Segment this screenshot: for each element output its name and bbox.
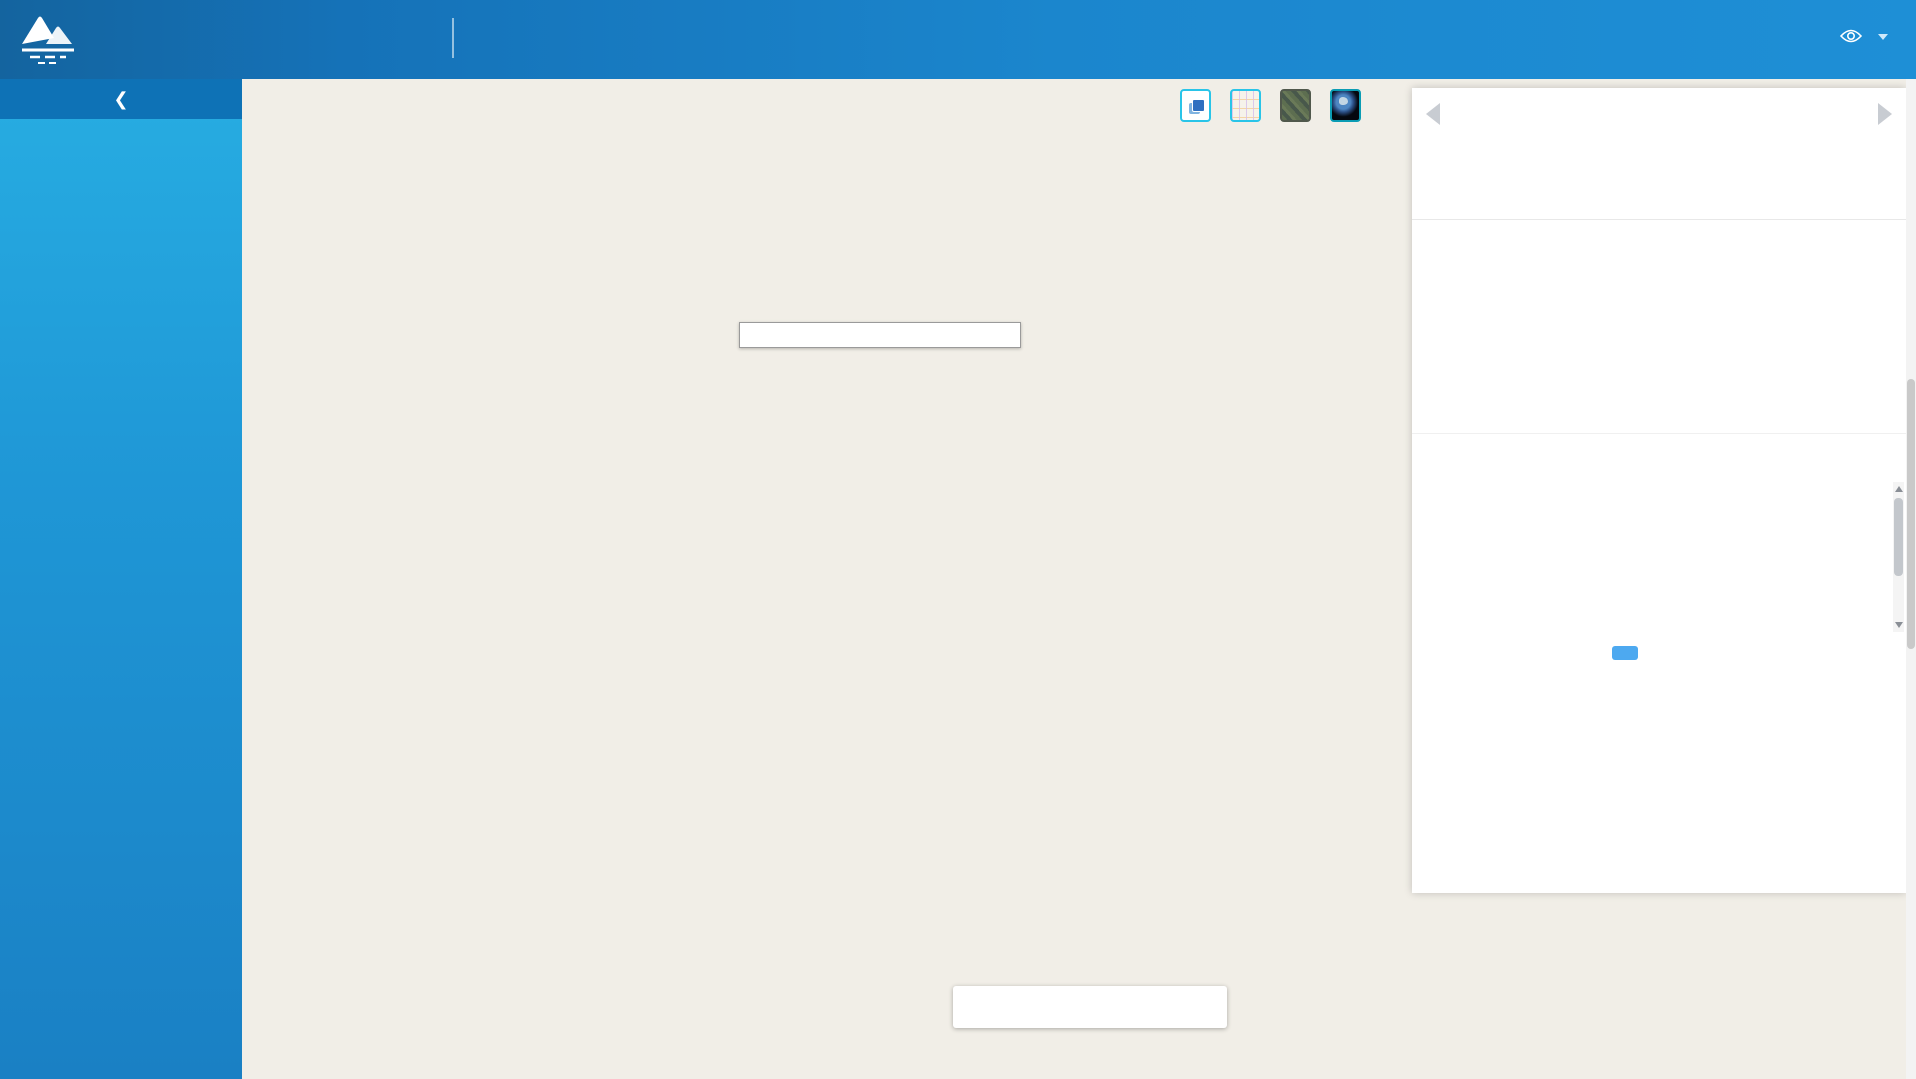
app-header xyxy=(0,0,1916,79)
layer-switcher xyxy=(1180,89,1380,122)
scale-statistics-table xyxy=(1412,443,1906,635)
cursor-coordinates xyxy=(250,1025,290,1040)
user-area[interactable] xyxy=(1840,28,1888,44)
measure-area-tooltip xyxy=(739,322,1021,348)
left-sidebar: ❮ xyxy=(0,79,242,1079)
table-scrollbar[interactable] xyxy=(1893,482,1904,632)
street-map-layer-button[interactable] xyxy=(1230,89,1261,122)
user-menu-chevron-icon xyxy=(1878,34,1888,40)
eye-icon xyxy=(1840,28,1862,44)
next-year-button[interactable] xyxy=(1878,103,1892,125)
scroll-up-icon[interactable] xyxy=(1895,486,1903,492)
header-divider xyxy=(452,18,454,58)
bar-chart xyxy=(1412,670,1906,893)
sub-tabs xyxy=(1412,400,1906,434)
page-scrollbar[interactable] xyxy=(1906,79,1916,1079)
app-root: ❮ xyxy=(0,0,1916,1079)
statistic-tabs xyxy=(1412,184,1906,220)
map-toolbar xyxy=(953,986,1227,1028)
globe-layer-button[interactable] xyxy=(1330,89,1361,122)
sidebar-collapse-button[interactable]: ❮ xyxy=(0,79,242,119)
page-scrollbar-thumb[interactable] xyxy=(1907,379,1915,649)
year-selector xyxy=(1412,88,1906,140)
statistics-panel xyxy=(1412,88,1906,893)
app-logo xyxy=(16,10,80,68)
scroll-down-icon[interactable] xyxy=(1895,622,1903,628)
chart-header xyxy=(1412,640,1906,670)
previous-year-button[interactable] xyxy=(1426,103,1440,125)
scrollbar-thumb[interactable] xyxy=(1894,498,1903,576)
layers-icon xyxy=(1189,99,1203,113)
satellite-layer-button[interactable] xyxy=(1280,89,1311,122)
chart-legend[interactable] xyxy=(1612,646,1645,660)
region-selects xyxy=(1424,140,1894,172)
legend-swatch xyxy=(1612,646,1638,660)
layers-toggle-button[interactable] xyxy=(1180,89,1211,122)
